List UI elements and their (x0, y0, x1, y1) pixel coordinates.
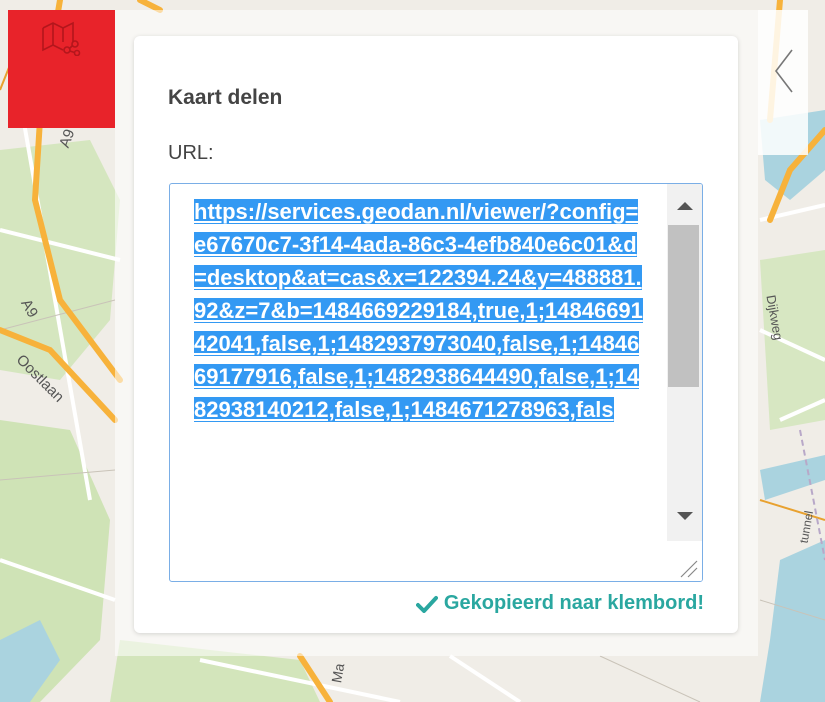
panel-title: Kaart delen (168, 86, 283, 109)
url-text-selection[interactable]: https://services.geodan.nl/viewer/?confi… (194, 195, 643, 426)
url-textarea[interactable]: https://services.geodan.nl/viewer/?confi… (169, 183, 703, 582)
url-scrollbar[interactable] (667, 184, 702, 581)
chevron-left-icon (774, 49, 793, 93)
checkmark-icon (415, 595, 438, 613)
share-map-panel: Kaart delen URL: https://services.geodan… (134, 36, 738, 633)
map-share-icon (41, 21, 80, 56)
scroll-down-arrow-icon[interactable] (677, 512, 693, 520)
copied-status-text: Gekopieerd naar klembord! (443, 592, 704, 614)
scrollbar-thumb[interactable] (668, 225, 699, 387)
resize-handle-icon (680, 560, 698, 578)
resize-grip[interactable] (667, 541, 702, 581)
map-label-ma: Ma (328, 662, 348, 684)
url-label: URL: (168, 142, 214, 164)
share-map-tool-button[interactable] (8, 10, 115, 128)
collapse-panel-button[interactable] (758, 10, 808, 155)
copied-status: Gekopieerd naar klembord! (415, 592, 704, 615)
url-value: https://services.geodan.nl/viewer/?confi… (194, 199, 643, 422)
scroll-up-arrow-icon[interactable] (677, 202, 693, 210)
